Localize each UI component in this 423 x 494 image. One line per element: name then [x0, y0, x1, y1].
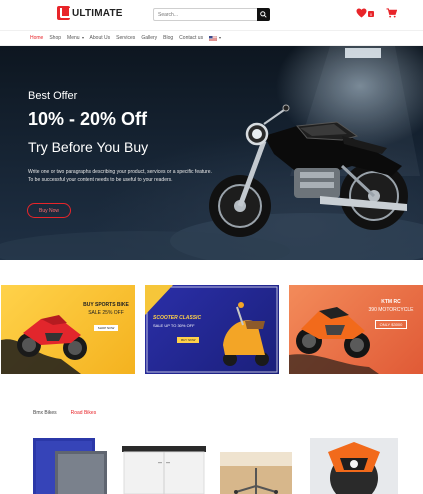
flag-icon [209, 35, 218, 41]
header-icons: 0 [356, 8, 397, 18]
logo-text: ULTIMATE [72, 7, 123, 19]
search-input[interactable] [154, 9, 258, 20]
nav-item-gallery[interactable]: Gallery [141, 35, 157, 41]
nav-item-blog[interactable]: Blog [163, 35, 173, 41]
promo-text: SCOOTER CLASSIC SALE UP TO 30% OFF BUY N… [153, 315, 225, 346]
promo-subtitle: 390 MOTORCYCLE [368, 307, 414, 313]
page: ULTIMATE 0 [0, 0, 423, 494]
promo-price: ONLY $3000 [374, 320, 408, 329]
tab-road-bikes[interactable]: Road Bikes [71, 410, 97, 416]
site-logo[interactable]: ULTIMATE [57, 6, 123, 20]
heart-icon [356, 8, 367, 18]
chevron-down-icon [219, 37, 222, 39]
nav-item-home[interactable]: Home [30, 35, 43, 41]
wishlist-button[interactable]: 0 [356, 8, 374, 18]
product-image [122, 446, 206, 494]
product-card[interactable] [30, 438, 110, 494]
shop-now-button[interactable]: SHOP NOW [93, 325, 119, 331]
buy-now-button[interactable]: BUY NOW [177, 337, 200, 343]
chevron-down-icon [81, 37, 84, 39]
site-header: ULTIMATE 0 [0, 0, 423, 30]
nav-item-menu[interactable]: Menu [67, 35, 84, 41]
nav-item-services[interactable]: Services [116, 35, 135, 41]
logo-mark-icon [57, 6, 71, 20]
wishlist-count-badge: 0 [368, 11, 374, 17]
nav-item-shop[interactable]: Shop [49, 35, 61, 41]
promo-title: KTM RC [381, 299, 401, 305]
promo-text: KTM RC 390 MOTORCYCLE ONLY $3000 [361, 299, 421, 331]
promo-banner-scooter[interactable]: SCOOTER CLASSIC SALE UP TO 30% OFF BUY N… [145, 285, 279, 374]
search-bar [153, 8, 270, 21]
promo-text: BUY SPORTS BIKE SALE 25% OFF SHOP NOW [79, 302, 133, 334]
product-card[interactable] [310, 438, 398, 494]
promo-subtitle: SALE 25% OFF [88, 310, 124, 316]
promo-banner-sports-bike[interactable]: BUY SPORTS BIKE SALE 25% OFF SHOP NOW [1, 285, 135, 374]
language-selector[interactable] [209, 35, 222, 41]
promo-title: SCOOTER CLASSIC [153, 315, 202, 321]
main-nav: Home Shop Menu About Us Services Gallery… [0, 30, 423, 46]
promo-subtitle: SALE UP TO 30% OFF [153, 323, 195, 328]
tab-bmx-bikes[interactable]: Bmx Bikes [33, 410, 57, 416]
product-image [220, 452, 292, 494]
search-icon [260, 11, 267, 18]
buy-now-button[interactable]: Buy Now [27, 203, 71, 218]
cart-icon[interactable] [386, 8, 397, 18]
hero-banner: Best Offer 10% - 20% Off Try Before You … [0, 46, 423, 260]
promo-title: BUY SPORTS BIKE [83, 302, 129, 308]
product-image [310, 438, 398, 494]
product-card[interactable] [120, 438, 208, 494]
promo-banner-ktm[interactable]: KTM RC 390 MOTORCYCLE ONLY $3000 [289, 285, 423, 374]
product-tabs: Bmx Bikes Road Bikes [33, 410, 96, 416]
nav-item-contact[interactable]: Contact us [179, 35, 203, 41]
product-image [33, 438, 107, 494]
nav-item-about[interactable]: About Us [90, 35, 111, 41]
motorcycle-image [209, 104, 408, 237]
product-card[interactable] [220, 438, 292, 494]
search-button[interactable] [257, 8, 270, 21]
